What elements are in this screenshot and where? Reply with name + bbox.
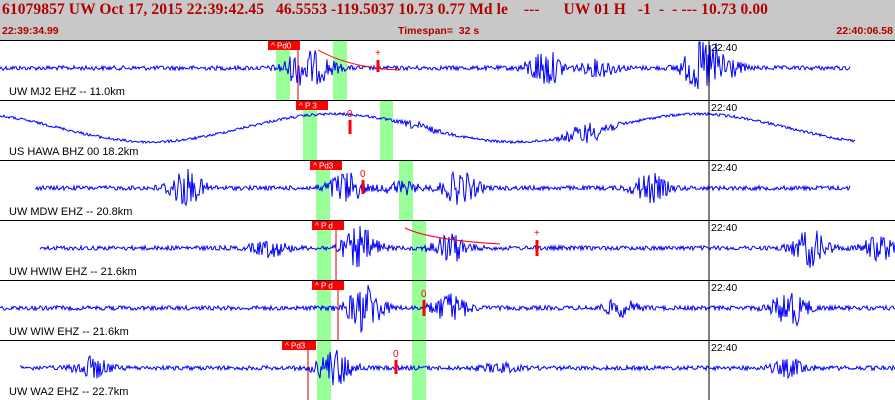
channel-label: UW WIW EHZ -- 21.6km [9, 326, 129, 338]
amplitude-marker[interactable]: 0 [421, 289, 427, 300]
pick-label: ^ Pd0 [271, 42, 292, 51]
amplitude-marker[interactable]: 0 [360, 169, 366, 180]
pick-window [412, 341, 426, 400]
pick-flag[interactable]: ^ Pd3 [282, 341, 316, 351]
amplitude-marker[interactable]: + [375, 48, 381, 59]
waveform [0, 284, 895, 334]
event-title: 61079857 UW Oct 17, 2015 22:39:42.45 46.… [2, 1, 769, 18]
amplitude-tick [394, 360, 398, 374]
seismogram-panel[interactable]: ^ Pd0 + 22:40 UW MJ2 EHZ -- 11.0km ^ P 3 0 22:… [0, 40, 895, 400]
channel-label: UW MDW EHZ -- 20.8km [9, 206, 132, 218]
amplitude-tick [422, 300, 426, 316]
pick-label: ^ P d [315, 222, 333, 231]
channel-label: UW HWIW EHZ -- 21.6km [9, 266, 137, 278]
minute-label: 22:40 [711, 282, 737, 294]
minute-label: 22:40 [711, 222, 737, 234]
amplitude-marker[interactable]: + [534, 228, 540, 239]
amplitude-marker[interactable]: 0 [347, 109, 353, 120]
timeline-row: 22:39:34.99 Timespan= 32 s 22:40:06.58 [0, 24, 895, 39]
channel-label: US HAWA BHZ 00 18.2km [9, 146, 138, 158]
channel-label: UW WA2 EHZ -- 22.7km [9, 386, 128, 398]
end-time-label: 22:40:06.58 [836, 25, 893, 37]
pick-label: ^ Pd3 [285, 342, 306, 351]
amplitude-tick [348, 120, 352, 134]
channel-label: UW MJ2 EHZ -- 11.0km [9, 86, 125, 98]
waveform [0, 111, 856, 145]
timespan-label: Timespan= 32 s [398, 25, 480, 37]
pick-label: ^ Pd3 [313, 162, 334, 171]
pick-flag[interactable]: ^ P 3 [296, 101, 328, 111]
pick-label: ^ P 3 [299, 102, 317, 111]
header-bar: 61079857 UW Oct 17, 2015 22:39:42.45 46.… [0, 0, 895, 40]
amplitude-tick [376, 60, 380, 72]
waveform [19, 349, 895, 386]
minute-label: 22:40 [711, 342, 737, 354]
pick-window [380, 101, 393, 160]
minute-label: 22:40 [711, 102, 737, 114]
pick-label: ^ P d [315, 282, 333, 291]
minute-label: 22:40 [711, 42, 737, 54]
waveform [39, 226, 895, 268]
amplitude-tick [361, 180, 365, 194]
trace-row[interactable]: ^ Pd0 + 22:40 UW MJ2 EHZ -- 11.0km [0, 40, 895, 101]
pick-window [412, 221, 426, 280]
waveform [34, 168, 851, 207]
start-time-label: 22:39:34.99 [2, 25, 59, 37]
trace-row[interactable]: ^ P 3 0 22:40 US HAWA BHZ 00 18.2km [0, 100, 895, 161]
pick-flag[interactable]: ^ P d [312, 281, 344, 291]
pick-flag[interactable]: ^ P d [312, 221, 344, 231]
trace-row[interactable]: ^ Pd3 0 22:40 UW WA2 EHZ -- 22.7km [0, 340, 895, 400]
pick-flag[interactable]: ^ Pd0 [268, 41, 300, 51]
trace-row[interactable]: ^ P d + 22:40 UW HWIW EHZ -- 21.6km [0, 220, 895, 281]
trace-row[interactable]: ^ P d 0 22:40 UW WIW EHZ -- 21.6km [0, 280, 895, 341]
pick-flag[interactable]: ^ Pd3 [310, 161, 342, 171]
amplitude-marker[interactable]: 0 [393, 349, 399, 360]
amplitude-tick [535, 240, 539, 256]
trace-row[interactable]: ^ Pd3 0 22:40 UW MDW EHZ -- 20.8km [0, 160, 895, 221]
minute-label: 22:40 [711, 162, 737, 174]
